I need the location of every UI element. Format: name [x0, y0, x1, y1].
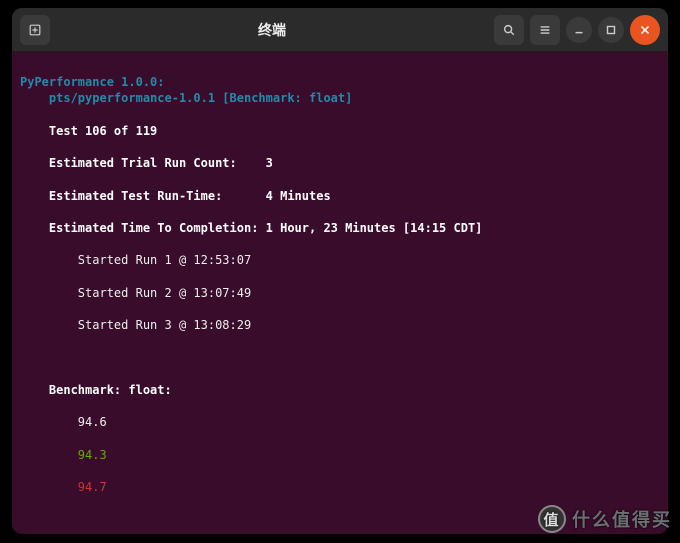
titlebar: 终端	[12, 8, 668, 52]
maximize-button[interactable]	[598, 17, 624, 43]
trial-value: 3	[266, 156, 273, 170]
bench-val-worst: 94.7	[78, 480, 107, 494]
completion-label: Estimated Time To Completion:	[49, 221, 259, 235]
app-header: PyPerformance 1.0.0:	[20, 75, 165, 89]
benchmark-label: Benchmark: float:	[49, 383, 172, 397]
run-line: Started Run 3 @ 13:08:29	[78, 318, 251, 332]
menu-button[interactable]	[530, 15, 560, 45]
test-count: Test 106 of 119	[49, 124, 157, 138]
trial-label: Estimated Trial Run Count:	[49, 156, 237, 170]
suite-line: pts/pyperformance-1.0.1 [Benchmark: floa…	[49, 91, 352, 105]
watermark: 值 什么值得买	[538, 505, 672, 533]
close-button[interactable]	[630, 15, 660, 45]
run-line: Started Run 1 @ 12:53:07	[78, 253, 251, 267]
search-button[interactable]	[494, 15, 524, 45]
run-line: Started Run 2 @ 13:07:49	[78, 286, 251, 300]
window-title: 终端	[50, 20, 494, 40]
minimize-button[interactable]	[566, 17, 592, 43]
terminal-window: 终端 PyPerformance 1.0.0: pts/pyperformanc…	[12, 8, 668, 534]
watermark-text: 什么值得买	[572, 506, 672, 532]
runtime-value: 4 Minutes	[266, 189, 331, 203]
new-tab-button[interactable]	[20, 15, 50, 45]
bench-val-best: 94.3	[78, 448, 107, 462]
runtime-label: Estimated Test Run-Time:	[49, 189, 222, 203]
bench-val: 94.6	[78, 415, 107, 429]
watermark-icon: 值	[538, 505, 566, 533]
terminal-content[interactable]: PyPerformance 1.0.0: pts/pyperformance-1…	[12, 52, 668, 534]
completion-value: 1 Hour, 23 Minutes [14:15 CDT]	[266, 221, 483, 235]
